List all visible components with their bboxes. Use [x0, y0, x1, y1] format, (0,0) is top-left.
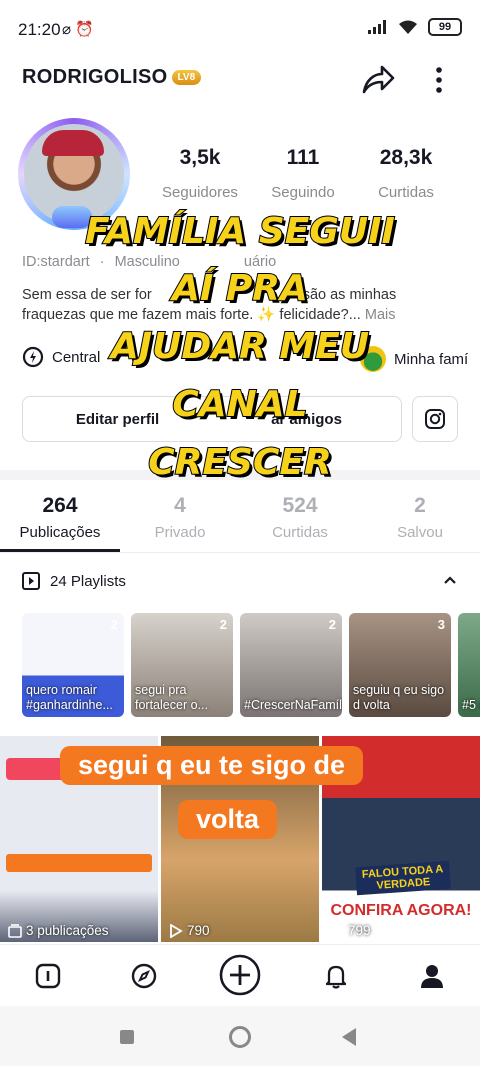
level-badge: LV8 [171, 70, 202, 85]
playlist-title: segui pra fortalecer o... [135, 683, 208, 712]
following-count: 111 [286, 146, 320, 169]
signal-icon [368, 20, 386, 34]
thumbnail-caption: FALOU TODA A VERDADE [355, 860, 451, 896]
playlist-icon [22, 572, 40, 590]
bell-icon[interactable] [321, 961, 351, 991]
playlist-count: 2 [110, 617, 118, 632]
system-home-icon[interactable] [229, 1026, 251, 1048]
stat-following[interactable]: 111 Seguindo [248, 146, 358, 201]
play-icon [170, 923, 183, 938]
overlay-line: CRESCER [147, 441, 332, 484]
likes-label: Curtidas [378, 184, 434, 201]
create-button[interactable] [218, 953, 262, 997]
tab-count: 264 [42, 494, 78, 517]
profile-icon[interactable] [417, 961, 447, 991]
video-views: 799 [348, 923, 371, 938]
following-label: Seguindo [271, 184, 335, 201]
playlist-card[interactable]: 2 segui pra fortalecer o... [131, 613, 233, 717]
recent-apps-icon[interactable] [120, 1030, 134, 1044]
playlist-count: 3 [437, 617, 445, 632]
status-indicators: 99 [368, 18, 462, 36]
playlist-count: 2 [219, 617, 227, 632]
playlist-card[interactable]: 3 seguiu q eu sigo d volta [349, 613, 451, 717]
playlist-card[interactable]: 2 #CrescerNaFamília [240, 613, 342, 717]
orange-caption: volta [178, 800, 278, 839]
share-icon[interactable] [360, 62, 398, 98]
stat-followers[interactable]: 3,5k Seguidores [145, 146, 255, 201]
status-time: 21:20 [18, 20, 61, 39]
tab-private[interactable]: 4 Privado [120, 494, 240, 541]
notification-icons: ⌀ ⏰ [62, 21, 94, 38]
followers-count: 3,5k [179, 146, 221, 169]
followers-label: Seguidores [162, 184, 238, 201]
username: RODRIGOLISO [22, 66, 168, 88]
video-stat: 799 [330, 923, 371, 938]
likes-count: 28,3k [379, 146, 433, 169]
bottom-nav [0, 944, 480, 1006]
tab-label: Publicações [19, 524, 101, 541]
tab-separator [0, 552, 480, 553]
thumbnail-cta: CONFIRA AGORA! [330, 902, 472, 919]
tab-count: 2 [414, 494, 426, 517]
tab-count: 524 [282, 494, 318, 517]
video-stat: 790 [169, 923, 210, 938]
overlay-line: CANAL [171, 383, 308, 426]
video-views: 790 [187, 923, 210, 938]
more-options-icon[interactable] [428, 64, 450, 96]
status-bar: 21:20 ⌀ ⏰ 99 [0, 0, 480, 58]
overlay-line: AJUDAR MEU [110, 325, 370, 368]
playlists-header[interactable]: 24 Playlists [22, 572, 126, 590]
username-row: RODRIGOLISO LV8 [22, 66, 202, 89]
discover-icon[interactable] [129, 961, 159, 991]
tab-saved[interactable]: 2 Salvou [360, 494, 480, 541]
chevron-up-icon[interactable] [442, 572, 458, 593]
playlist-count: 2 [328, 617, 336, 632]
playlists-count: 24 Playlists [50, 572, 126, 590]
playlist-card[interactable]: #5 es [458, 613, 480, 717]
playlist-title: seguiu q eu sigo d volta [353, 683, 445, 712]
stat-likes[interactable]: 28,3k Curtidas [351, 146, 461, 201]
orange-caption: segui q eu te sigo de [60, 746, 364, 785]
playlist-card[interactable]: 2 quero romair #ganhardinhe... [22, 613, 124, 717]
playlist-title: quero romair #ganhardinhe... [26, 683, 113, 712]
tab-label: Curtidas [272, 524, 328, 541]
tab-label: Salvou [397, 524, 443, 541]
system-navigation [0, 1006, 480, 1066]
overlay-line: FAMÍLIA SEGUII [84, 210, 396, 253]
wifi-icon [399, 20, 417, 34]
playlist-title: #5 es [462, 698, 480, 712]
playlist-title: #CrescerNaFamília [244, 698, 342, 712]
play-icon [331, 923, 344, 938]
video-stat: 3 publicações [8, 923, 109, 938]
home-icon[interactable] [33, 961, 63, 991]
tab-label: Privado [154, 524, 206, 541]
tab-likes[interactable]: 524 Curtidas [240, 494, 360, 541]
overlay-line: AÍ PRA [171, 267, 309, 310]
battery-indicator: 99 [428, 18, 462, 36]
stack-icon [8, 923, 22, 938]
back-icon[interactable] [342, 1028, 356, 1046]
tab-count: 4 [174, 494, 186, 517]
thumbnail-bar [6, 854, 152, 872]
tab-publications[interactable]: 264 Publicações [0, 494, 120, 541]
video-views: 3 publicações [26, 923, 109, 938]
